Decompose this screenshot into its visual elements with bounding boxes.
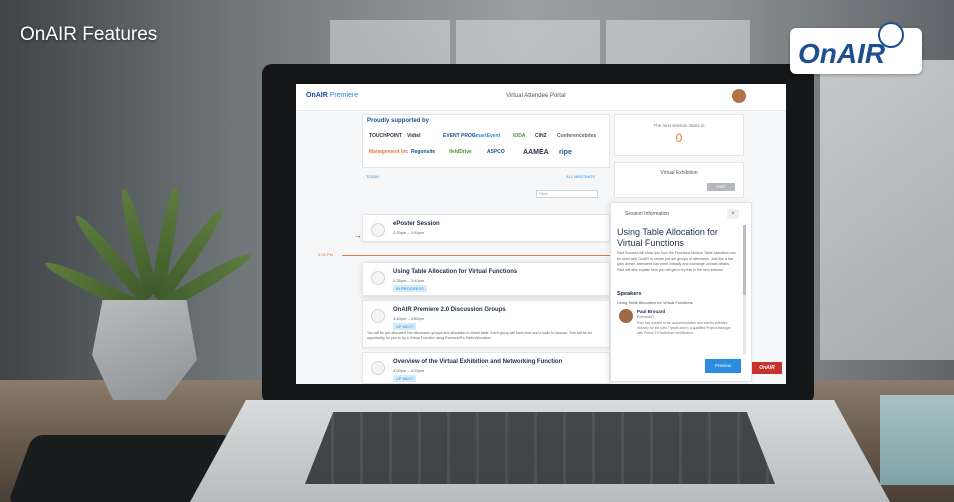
laptop-screen: OnAIR Premiere Virtual Attendee Portal P… (296, 84, 786, 384)
sponsor-logo[interactable]: CINZ (535, 133, 547, 139)
next-session-widget: The next session starts in 0 (614, 114, 744, 156)
tab-all-meetings[interactable]: ALL MEETINGS (566, 174, 595, 179)
notebooks (880, 395, 954, 485)
sponsor-logo[interactable]: ASPCO (487, 149, 505, 155)
close-icon[interactable]: × (727, 209, 739, 219)
app-logo[interactable]: OnAIR Premiere (306, 92, 358, 99)
tab-today[interactable]: TODAY (366, 174, 379, 179)
virtual-exhibition-label: Virtual Exhibition (660, 170, 698, 176)
speakers-heading: Speakers (617, 291, 642, 297)
sponsor-logo[interactable]: ripe (559, 149, 572, 156)
video-title[interactable]: OnAIR Features (20, 24, 157, 46)
sponsor-logo[interactable]: fieldDrive (449, 149, 472, 155)
session-title: Overview of the Virtual Exhibition and N… (393, 359, 563, 365)
session-card[interactable]: OnAIR Premiere 2.0 Discussion Groups 3:4… (362, 300, 610, 348)
brand-logo[interactable]: OnAIR ➦ (790, 22, 940, 78)
current-time-label: 3:26 PM (318, 252, 333, 257)
sponsor-logo[interactable]: AAMEA (523, 149, 549, 156)
session-status-badge: UP NEXT (393, 323, 417, 330)
session-time: 3:40pm – 3:55pm (393, 316, 425, 321)
brand-logo-text: OnAIR (798, 38, 886, 69)
speaker-avatar[interactable] (619, 309, 633, 323)
session-time: 2:30pm – 2:55pm (393, 230, 425, 235)
session-time: 4:00pm – 4:20pm (393, 368, 425, 373)
virtual-exhibition-widget: Virtual Exhibition VISIT (614, 162, 744, 198)
sponsor-logo[interactable]: IODA (513, 133, 526, 139)
session-icon (371, 271, 385, 285)
session-title: ePoster Session (393, 221, 440, 227)
session-title: Using Table Allocation for Virtual Funct… (393, 269, 518, 275)
session-icon (371, 309, 385, 323)
clock-icon (878, 22, 904, 48)
preview-button[interactable]: Preview (705, 359, 741, 373)
session-title: OnAIR Premiere 2.0 Discussion Groups (393, 307, 506, 313)
next-session-label: The next session starts in (653, 123, 705, 128)
user-avatar[interactable] (732, 89, 746, 103)
portal-title: Virtual Attendee Portal (506, 93, 566, 99)
sponsors-panel: Proudly supported by TOUCHPOINT Vidtel E… (362, 114, 610, 168)
app-corner-logo: OnAIR (752, 362, 782, 374)
session-status-badge: UP NEXT (393, 375, 417, 382)
sponsor-logo[interactable]: EVENT PROG (443, 133, 476, 139)
sponsor-logo[interactable]: Conferencebites (557, 133, 596, 139)
session-card[interactable]: ePoster Session 2:30pm – 2:55pm (362, 214, 610, 242)
session-time: 2:35pm – 3:40pm (393, 278, 425, 283)
speakers-session-title: Using Table Allocation for Virtual Funct… (617, 300, 693, 305)
video-frame: OnAIR Premiere Virtual Attendee Portal P… (0, 0, 954, 502)
arrow-right-icon: → (354, 231, 362, 240)
session-icon (371, 223, 385, 237)
session-icon (371, 361, 385, 375)
info-panel-scrollbar[interactable] (743, 225, 746, 355)
laptop-keyboard (305, 412, 775, 484)
session-description: You will be pre-allocated into discussio… (367, 331, 592, 340)
session-info-panel: Session Information × Using Table Alloca… (610, 202, 752, 382)
room-window-right (820, 60, 954, 360)
sponsor-logo[interactable]: Management Inc (369, 149, 408, 155)
session-status-badge: IN PROGRESS (393, 285, 427, 292)
speaker-bio: Paul has worked in the accommodation and… (637, 321, 732, 335)
info-panel-header: Session Information (625, 211, 670, 217)
speaker-name[interactable]: Paul Brouard (637, 309, 665, 314)
sponsor-logo[interactable]: smartEvent (473, 133, 500, 139)
current-time-line (342, 255, 618, 256)
visit-exhibition-button[interactable]: VISIT (707, 183, 735, 191)
schedule-tabs: TODAY ALL MEETINGS (362, 174, 608, 184)
session-card[interactable]: Overview of the Virtual Exhibition and N… (362, 352, 610, 384)
sponsors-title: Proudly supported by (367, 118, 430, 124)
sponsor-logo[interactable]: TOUCHPOINT (369, 133, 402, 139)
session-card[interactable]: Using Table Allocation for Virtual Funct… (362, 262, 610, 296)
share-arrow-icon[interactable]: ➦ (902, 28, 924, 59)
next-session-countdown: 0 (675, 131, 683, 145)
info-panel-title: Using Table Allocation for Virtual Funct… (617, 227, 718, 248)
speaker-org: EventsAIR (637, 315, 654, 319)
sponsor-logo[interactable]: Vidtel (407, 133, 421, 139)
app-topbar: OnAIR Premiere Virtual Attendee Portal (296, 84, 786, 111)
sponsor-logo[interactable]: Regonsite (411, 149, 435, 155)
filter-input[interactable]: Filter (536, 190, 598, 198)
info-panel-description: Paul Brouard will show you how the Funct… (617, 251, 736, 272)
